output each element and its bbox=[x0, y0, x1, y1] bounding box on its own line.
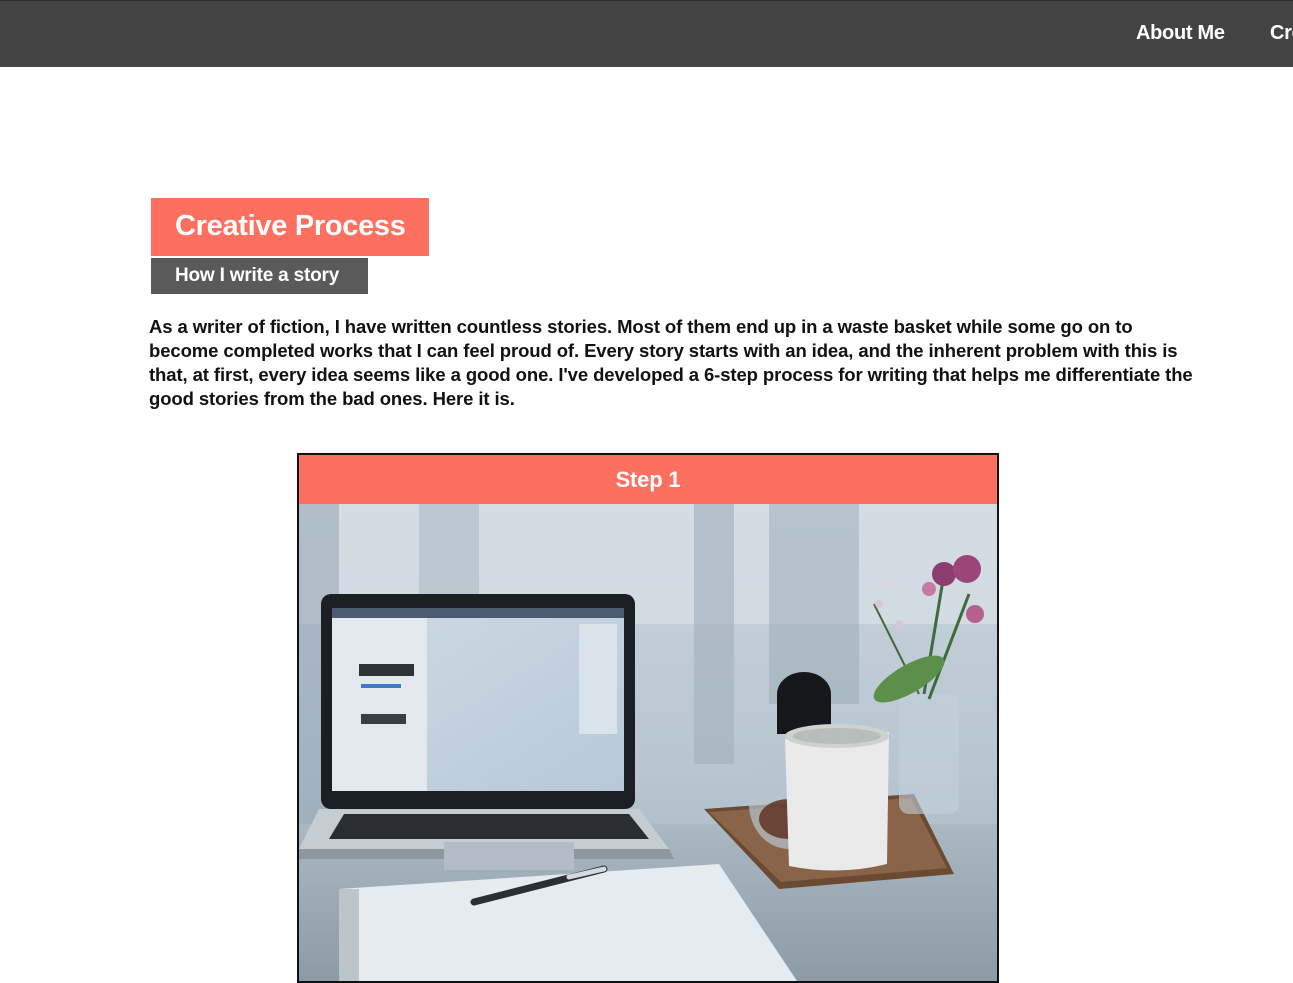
nav-link-creative[interactable]: Cre bbox=[1270, 22, 1293, 45]
page-title-banner: Creative Process bbox=[151, 198, 429, 256]
page-subtitle-banner: How I write a story bbox=[151, 258, 368, 294]
step-card: Step 1 bbox=[297, 453, 999, 983]
top-navigation-bar: About Me Cre bbox=[0, 0, 1293, 67]
nav-link-about-me[interactable]: About Me bbox=[1136, 22, 1225, 45]
page-subtitle: How I write a story bbox=[175, 265, 340, 286]
step-image-laptop-desk bbox=[299, 504, 997, 981]
intro-paragraph: As a writer of fiction, I have written c… bbox=[149, 316, 1193, 409]
page-title: Creative Process bbox=[175, 210, 406, 242]
step-label: Step 1 bbox=[615, 467, 681, 492]
step-header: Step 1 bbox=[299, 455, 997, 504]
